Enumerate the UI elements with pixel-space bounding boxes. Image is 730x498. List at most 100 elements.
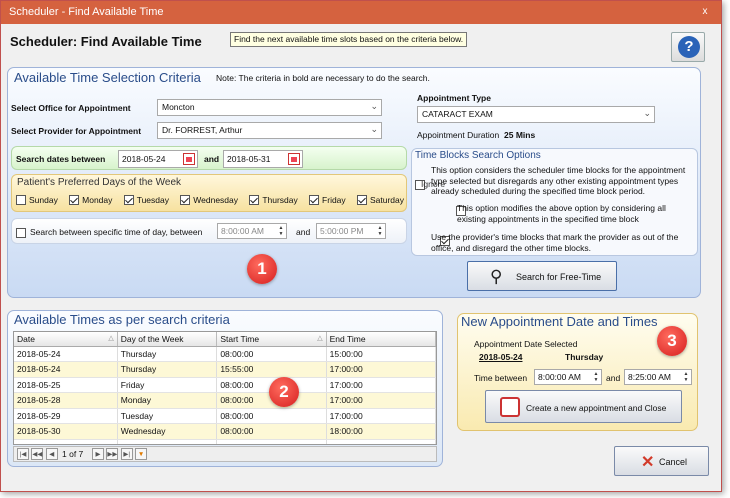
cancel-button[interactable]: ✕ Cancel <box>614 446 709 476</box>
provider-value: Dr. FORREST, Arthur <box>162 125 243 135</box>
column-header[interactable]: End Time <box>326 332 436 347</box>
day-thursday[interactable]: Thursday <box>249 195 298 205</box>
time-to-input[interactable]: 5:00:00 PM ▲ ▼ <box>316 223 386 239</box>
spinner-icon[interactable]: ▲ ▼ <box>277 225 285 237</box>
date-from-picker[interactable]: 2018-05-24 <box>118 150 198 168</box>
table-cell: Thursday <box>117 346 218 362</box>
table-cell: 2018-05-28 <box>14 392 118 409</box>
magnifier-icon: ⚲ <box>490 267 503 286</box>
find-available-time-window: Scheduler - Find Available Time x Schedu… <box>0 0 722 492</box>
time-to-value: 5:00:00 PM <box>320 226 364 236</box>
office-select[interactable]: Moncton ⌄ <box>157 99 382 116</box>
create-appointment-button[interactable]: Create a new appointment and Close <box>485 390 682 423</box>
day-checkbox[interactable] <box>180 195 191 205</box>
day-monday[interactable]: Monday <box>69 195 112 205</box>
appt-type-label: Appointment Type <box>417 93 491 103</box>
day-checkbox[interactable] <box>69 195 80 205</box>
day-tuesday[interactable]: Tuesday <box>123 195 169 205</box>
search-free-time-button[interactable]: ⚲ Search for Free-Time <box>467 261 617 291</box>
day-saturday[interactable]: Saturday <box>356 195 404 205</box>
day-sunday[interactable]: Sunday <box>16 195 58 205</box>
day-checkbox[interactable] <box>309 195 320 205</box>
table-cell: Wednesday <box>117 423 218 440</box>
table-cell: 08:00:00 <box>216 346 327 362</box>
time-from-input[interactable]: 8:00:00 AM ▲ ▼ <box>217 223 287 239</box>
prev-icon[interactable]: ◀ <box>45 448 58 460</box>
spinner-icon[interactable]: ▲ ▼ <box>376 225 384 237</box>
table-row[interactable]: 2018-05-24 Thursday 08:00:00 15:00:00 <box>14 346 436 362</box>
new-appt-title: New Appointment Date and Times <box>461 314 658 329</box>
filter-icon[interactable]: ▼ <box>135 448 148 460</box>
table-row[interactable]: 2018-05-29 Tuesday 08:00:00 17:00:00 <box>14 408 436 424</box>
tb-option3-text: Use the provider's time blocks that mark… <box>431 232 679 253</box>
appt-type-select[interactable]: CATARACT EXAM ⌄ <box>417 106 655 123</box>
chevron-down-icon: ⌄ <box>370 101 378 111</box>
day-checkbox[interactable] <box>249 195 260 205</box>
help-button[interactable]: ? <box>671 32 705 62</box>
time-from-value: 8:00:00 AM <box>221 226 265 236</box>
close-icon[interactable]: x <box>697 5 713 19</box>
day-wednesday[interactable]: Wednesday <box>180 195 238 205</box>
results-grid: Date △ Day of the Week Start Time △ End Time … <box>13 331 437 445</box>
office-label: Select Office for Appointment <box>11 103 131 113</box>
sort-icon[interactable]: △ <box>108 334 113 342</box>
appt-duration-value: 25 Mins <box>504 130 536 140</box>
table-cell: 17:00:00 <box>326 408 436 424</box>
day-checkbox[interactable] <box>356 195 367 205</box>
table-cell: 17:00:00 <box>326 377 436 393</box>
column-header[interactable]: Date △ <box>14 332 118 347</box>
selected-day: Thursday <box>565 352 604 362</box>
next-icon[interactable]: ▶ <box>92 448 104 460</box>
cancel-label: Cancel <box>659 457 688 467</box>
prev-page-icon[interactable]: ◀◀ <box>31 448 44 460</box>
day-label: Tuesday <box>136 195 169 205</box>
day-label: Sunday <box>29 195 58 205</box>
dates-label: Search dates between <box>16 154 106 164</box>
sort-icon[interactable]: △ <box>317 334 322 342</box>
first-page-icon[interactable]: |◀ <box>17 448 29 460</box>
end-time-input[interactable]: 8:25:00 AM ▲ ▼ <box>624 369 692 385</box>
table-cell: 2018-05-25 <box>14 377 118 393</box>
table-row[interactable]: 2018-05-28 Monday 08:00:00 17:00:00 <box>14 392 436 409</box>
day-label: Wednesday <box>193 195 239 205</box>
table-row[interactable]: 2018-05-24 Thursday 15:55:00 17:00:00 <box>14 361 436 378</box>
time-between-label: Time between <box>474 373 528 383</box>
day-label: Thursday <box>262 195 298 205</box>
calendar-icon[interactable] <box>288 153 300 165</box>
provider-label: Select Provider for Appointment <box>11 126 142 136</box>
table-cell: 08:00:00 <box>216 423 327 440</box>
table-cell: 2018-05-24 <box>14 346 118 362</box>
date-to-value: 2018-05-31 <box>227 154 271 164</box>
day-friday[interactable]: Friday <box>309 195 346 205</box>
table-row[interactable]: 2018-05-25 Friday 08:00:00 17:00:00 <box>14 377 436 393</box>
table-cell: 15:55:00 <box>216 361 327 378</box>
time-of-day-checkbox[interactable] <box>16 227 26 238</box>
table-cell: 2018-05-24 <box>14 361 118 378</box>
table-cell: 2018-05-31 <box>14 439 118 444</box>
calendar-icon[interactable] <box>183 153 195 165</box>
column-header-label: End Time <box>329 333 366 344</box>
last-page-icon[interactable]: ▶| <box>120 448 133 460</box>
column-header[interactable]: Day of the Week <box>117 332 218 347</box>
date-to-picker[interactable]: 2018-05-31 <box>223 150 303 168</box>
table-row[interactable]: 2018-05-31Thursday08:00:0017:00:00 <box>14 439 436 444</box>
day-checkbox[interactable] <box>123 195 134 205</box>
callout-badge-1: 1 <box>247 254 277 284</box>
column-header[interactable]: Start Time △ <box>216 332 327 347</box>
date-range-row: Search dates between 2018-05-24 and 2018… <box>11 146 407 170</box>
results-pager: |◀ ◀◀ ◀ 1 of 7 ▶ ▶▶ ▶| ▼ <box>13 446 437 462</box>
table-cell: 17:00:00 <box>326 439 436 444</box>
tb-option2-text: This option modifies the above option by… <box>457 203 666 224</box>
table-cell: 17:00:00 <box>326 361 436 378</box>
start-time-input[interactable]: 8:00:00 AM ▲ ▼ <box>534 369 602 385</box>
preferred-days-group: Patient's Preferred Days of the Week Sun… <box>11 174 407 212</box>
spinner-icon[interactable]: ▲ ▼ <box>682 371 690 383</box>
day-checkbox[interactable] <box>16 195 26 205</box>
chevron-down-icon: ⌄ <box>370 124 378 134</box>
provider-select[interactable]: Dr. FORREST, Arthur ⌄ <box>157 122 382 139</box>
page-title: Scheduler: Find Available Time <box>10 34 202 49</box>
next-page-icon[interactable]: ▶▶ <box>106 448 119 460</box>
spinner-icon[interactable]: ▲ ▼ <box>592 371 600 383</box>
table-row[interactable]: 2018-05-30 Wednesday 08:00:00 18:00:00 <box>14 423 436 440</box>
window-title: Scheduler - Find Available Time <box>9 6 164 18</box>
